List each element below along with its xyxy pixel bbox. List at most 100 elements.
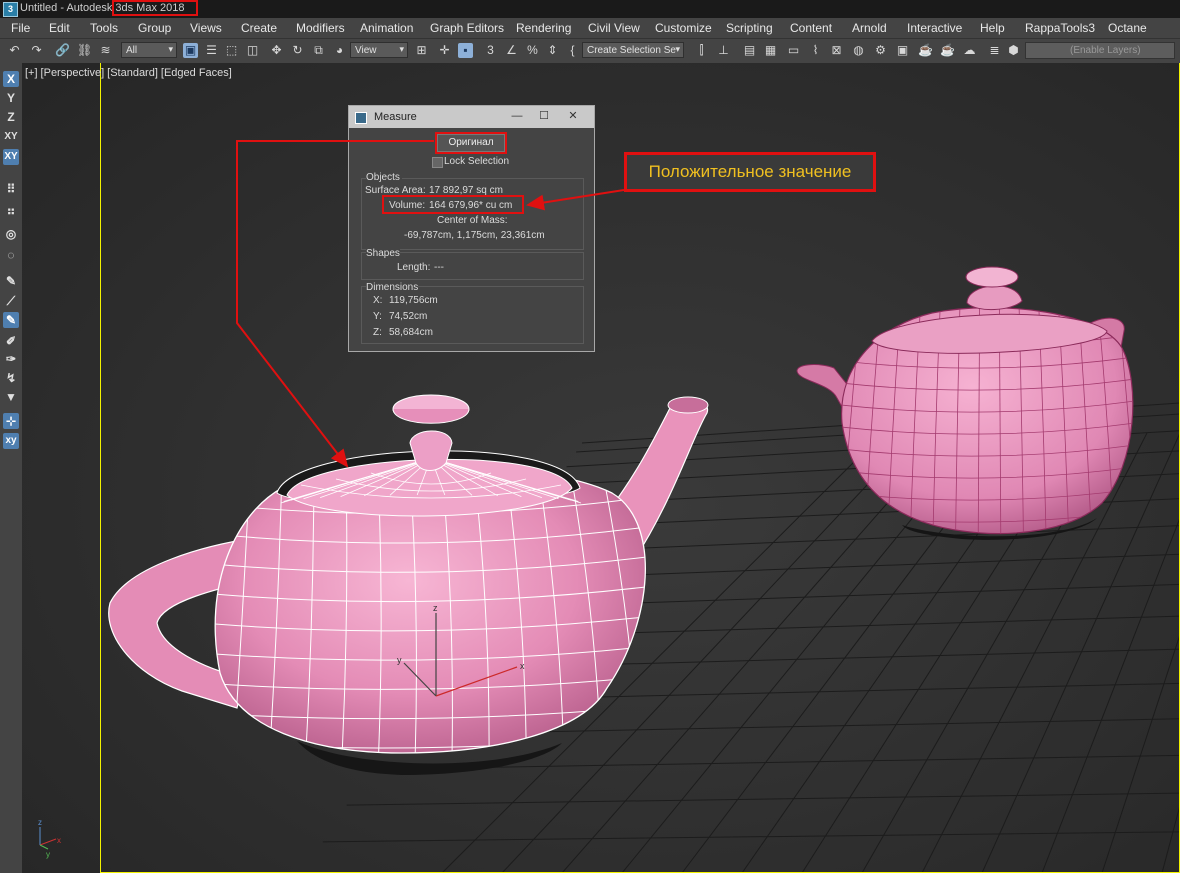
measure-dialog: Measure — ☐ ✕ Оригинал Lock Selection Ob… [348,105,595,352]
angle-snap-icon[interactable]: ∠ [504,43,519,58]
menu-modifiers[interactable]: Modifiers [296,21,345,35]
undo-icon[interactable]: ↶ [7,43,22,58]
selection-set-dropdown[interactable]: Create Selection Se ▾ [582,42,684,58]
menu-rendering[interactable]: Rendering [516,21,571,35]
menu-edit[interactable]: Edit [49,21,70,35]
menu-tools[interactable]: Tools [90,21,118,35]
3ds-max-icon[interactable]: 3 [3,2,18,17]
layers-icon[interactable]: ≣ [987,43,1002,58]
center-of-mass-value: -69,787cm, 1,175cm, 23,361cm [404,230,545,241]
dashed-circle-icon[interactable]: ◌ [3,247,19,263]
rendered-frame-window-icon[interactable]: ▣ [895,43,910,58]
paint-icon[interactable]: ✎ [3,273,19,289]
constrain-z-button[interactable]: Z [3,109,19,125]
annotation-callout: Положительное значение [624,152,876,192]
selection-filter-dropdown[interactable]: All ▾ [121,42,177,58]
minimize-icon[interactable]: — [505,109,529,125]
select-manipulate-icon[interactable]: ✛ [437,43,452,58]
tool-pen-icon[interactable]: ✐ [3,333,19,349]
lock-selection-checkbox[interactable] [432,157,443,168]
tool-funnel-icon[interactable]: ▼ [3,389,19,405]
layers-field[interactable]: (Enable Layers) [1025,42,1175,59]
menu-scripting[interactable]: Scripting [726,21,773,35]
viewport-menu-plus[interactable]: [+] [25,67,38,79]
menu-content[interactable]: Content [790,21,832,35]
menu-civil-view[interactable]: Civil View [588,21,640,35]
rectangular-selection-icon[interactable]: ⬚ [224,43,239,58]
title-bar: 3 Untitled - Autodesk 3ds Max 2018 [0,0,1180,18]
perspective-viewport[interactable]: z x y z x y [22,63,1180,873]
constrain-xy-plane-button[interactable]: XY [3,149,19,165]
reference-coordinate-dropdown[interactable]: View ▾ [350,42,408,58]
render-in-cloud-icon[interactable]: ☁ [962,43,977,58]
scale-icon[interactable]: ⧉ [311,43,326,58]
menu-rappatools3[interactable]: RappaTools3 [1025,21,1095,35]
main-toolbar: ↶ ↷ 🔗 ⛓ ≋ All ▾ ▣ ☰ ⬚ ◫ ✥ ↻ ⧉ ◕ View ▾ ⊞ ✛… [0,38,1180,64]
schematic-view-icon[interactable]: ⊠ [829,43,844,58]
pivot-point-center-icon[interactable]: ⊞ [414,43,429,58]
material-editor-icon[interactable]: ◍ [851,43,866,58]
snaps-toggle-icon[interactable]: 3 [483,43,498,58]
objects-title: Objects [366,172,402,183]
menu-help[interactable]: Help [980,21,1005,35]
keyboard-shortcut-override-icon[interactable]: ▪ [458,43,473,58]
ribbon-icon[interactable]: ▭ [786,43,801,58]
viewport-edges-label[interactable]: [Edged Faces] [161,67,232,79]
align-icon[interactable]: ⊥ [716,43,731,58]
original-highlight-box [435,132,507,154]
layer-explorer-icon[interactable]: ▦ [763,43,778,58]
scene-explorer-icon[interactable]: ▤ [742,43,757,58]
bones-icon[interactable]: ⟋ [3,293,19,309]
move-icon[interactable]: ✥ [269,43,284,58]
constrain-xy-button[interactable]: XY [3,129,19,145]
menu-animation[interactable]: Animation [360,21,413,35]
render-iterative-icon[interactable]: ☕ [940,43,955,58]
close-icon[interactable]: ✕ [559,109,587,125]
tool-active-icon[interactable]: ✎ [3,312,19,328]
place-icon[interactable]: ◕ [332,43,347,58]
bind-space-warp-icon[interactable]: ≋ [98,43,113,58]
tool-hook-icon[interactable]: ↯ [3,370,19,386]
redo-icon[interactable]: ↷ [29,43,44,58]
menu-file[interactable]: File [11,21,30,35]
left-toolbar: X Y Z XY XY ⠿ ⠶ ◎ ◌ ✎ ⟋ ✎ ✐ ✑ ↯ ▼ ⊹ xy [0,63,23,873]
menu-customize[interactable]: Customize [655,21,712,35]
named-selection-sets-icon[interactable]: { [565,43,580,58]
spinner-snap-icon[interactable]: ⇕ [545,43,560,58]
menu-octane[interactable]: Octane [1108,21,1147,35]
rotate-icon[interactable]: ↻ [290,43,305,58]
length-value: --- [434,262,444,273]
unlink-icon[interactable]: ⛓ [77,43,92,58]
window-crossing-icon[interactable]: ◫ [245,43,260,58]
viewport-shading-label[interactable]: [Standard] [107,67,158,79]
dim-x-label: X: [373,295,383,306]
menu-graph-editors[interactable]: Graph Editors [430,21,504,35]
viewport-view-label[interactable]: [Perspective] [41,67,105,79]
measure-titlebar[interactable]: Measure — ☐ ✕ [349,106,594,128]
select-by-name-icon[interactable]: ☰ [204,43,219,58]
maximize-icon[interactable]: ☐ [532,109,556,125]
select-object-icon[interactable]: ▣ [183,43,198,58]
render-production-icon[interactable]: ☕ [918,43,933,58]
curve-editor-icon[interactable]: ⌇ [808,43,823,58]
render-setup-icon[interactable]: ⚙ [873,43,888,58]
dimensions-title: Dimensions [366,282,419,293]
constrain-x-button[interactable]: X [3,71,19,87]
snap-toggle-icon[interactable]: ⊹ [3,413,19,429]
snap-grid-icon[interactable]: ⠿ [3,181,19,197]
gizmo-x-label: x [520,661,525,671]
menu-interactive[interactable]: Interactive [907,21,962,35]
menu-group[interactable]: Group [138,21,171,35]
constrain-y-button[interactable]: Y [3,90,19,106]
menu-arnold[interactable]: Arnold [852,21,887,35]
menu-create[interactable]: Create [241,21,277,35]
orbit-icon[interactable]: ◎ [3,226,19,242]
snap-dots-icon[interactable]: ⠶ [3,203,19,219]
tool-brush-icon[interactable]: ✑ [3,351,19,367]
percent-snap-icon[interactable]: % [525,43,540,58]
mirror-icon[interactable]: ⫿ [694,43,709,58]
xy-grid-icon[interactable]: xy [3,433,19,449]
menu-views[interactable]: Views [190,21,222,35]
link-icon[interactable]: 🔗 [55,43,70,58]
layer-object-icon[interactable]: ⬢ [1006,43,1021,58]
